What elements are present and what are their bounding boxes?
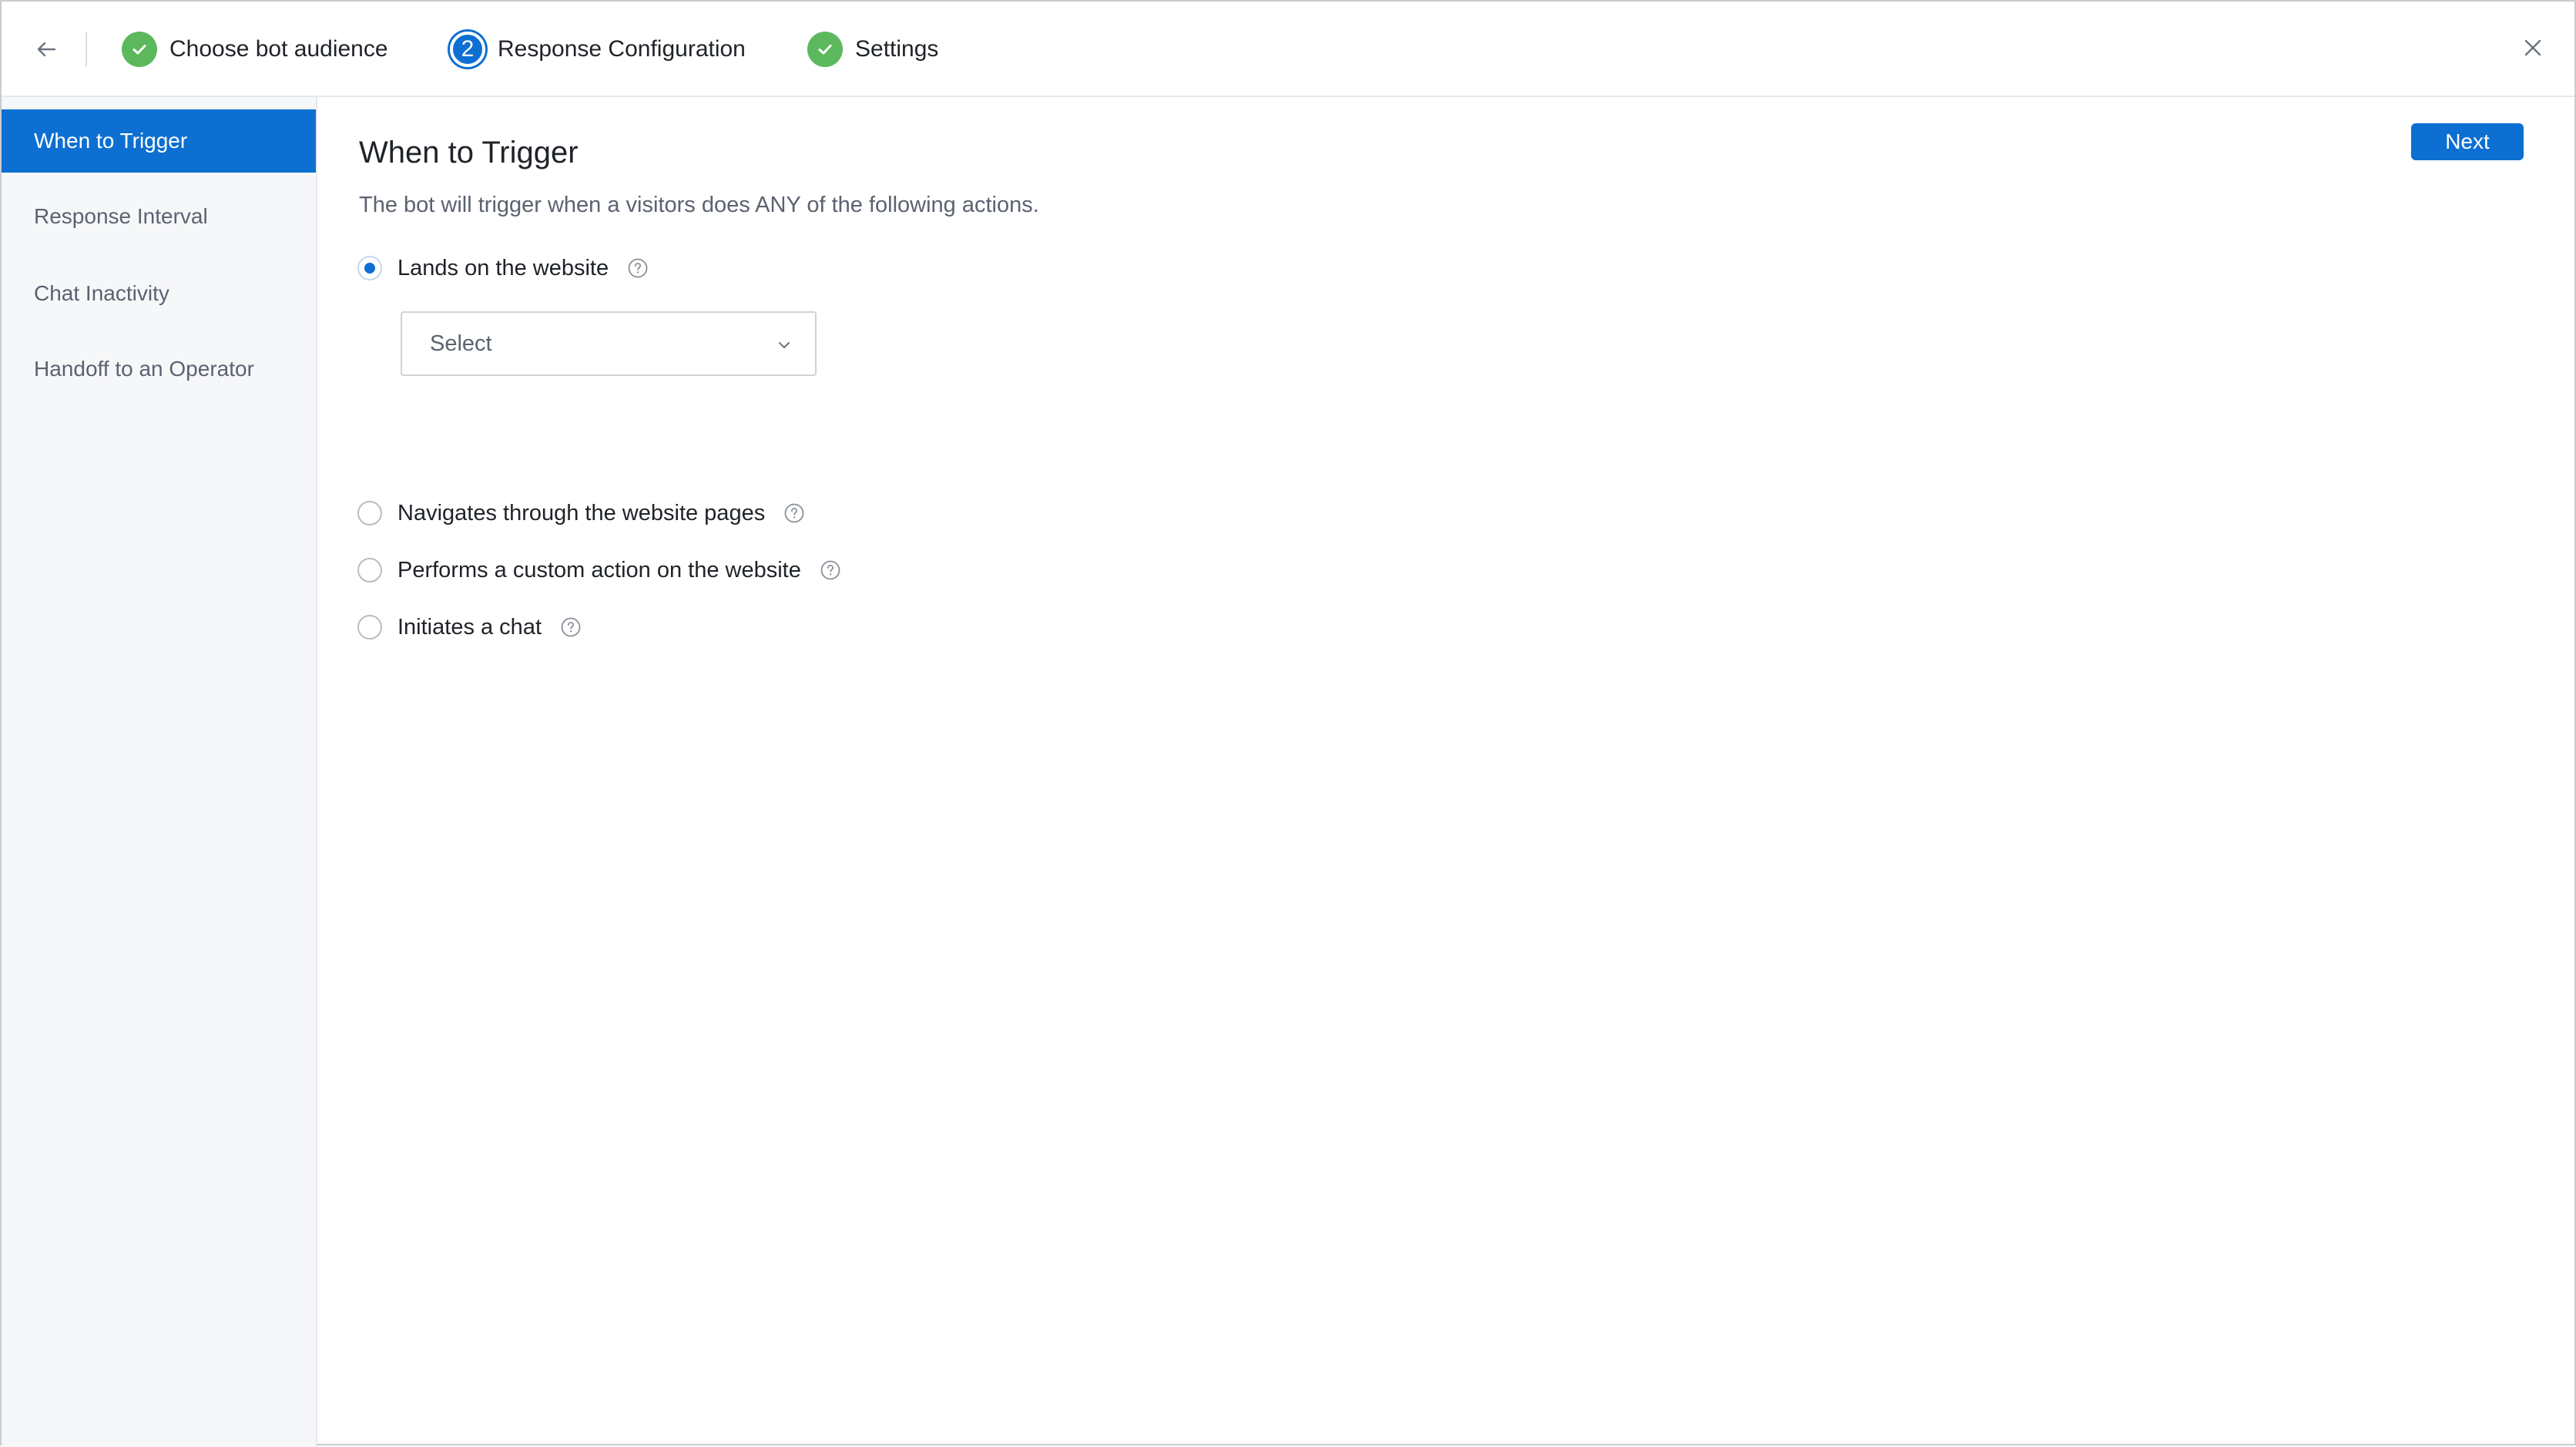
radio-button-selected[interactable] bbox=[357, 256, 382, 280]
question-circle-icon[interactable] bbox=[820, 559, 841, 581]
page-title: When to Trigger bbox=[359, 136, 579, 170]
step-header: Choose bot audience 2 Response Configura… bbox=[2, 2, 2574, 97]
step-label: Choose bot audience bbox=[169, 36, 388, 62]
trigger-option-custom-action[interactable]: Performs a custom action on the website bbox=[357, 553, 841, 587]
option-label: Initiates a chat bbox=[397, 614, 542, 640]
main-panel: Next When to Trigger The bot will trigge… bbox=[317, 97, 2574, 1444]
back-button[interactable] bbox=[28, 31, 65, 68]
close-button[interactable] bbox=[2513, 28, 2553, 68]
sidebar-item-label: Chat Inactivity bbox=[34, 281, 169, 305]
step-label: Settings bbox=[855, 36, 939, 62]
next-button[interactable]: Next bbox=[2411, 123, 2524, 160]
page-select-dropdown[interactable]: Select bbox=[401, 311, 817, 376]
step-number-badge: 2 bbox=[450, 32, 485, 67]
sidebar-nav: When to Trigger Response Interval Chat I… bbox=[2, 97, 317, 1447]
check-circle-icon bbox=[122, 32, 157, 67]
sidebar-item-label: Response Interval bbox=[34, 204, 208, 228]
option-label: Performs a custom action on the website bbox=[397, 557, 801, 582]
radio-button[interactable] bbox=[357, 558, 382, 582]
step-choose-bot-audience[interactable]: Choose bot audience bbox=[122, 28, 388, 71]
select-value: Select bbox=[430, 331, 492, 356]
check-circle-icon bbox=[807, 32, 843, 67]
step-settings[interactable]: Settings bbox=[807, 28, 938, 71]
question-circle-icon[interactable] bbox=[783, 502, 805, 524]
question-circle-icon[interactable] bbox=[627, 257, 649, 279]
page-description: The bot will trigger when a visitors doe… bbox=[359, 193, 1039, 217]
radio-button[interactable] bbox=[357, 501, 382, 525]
trigger-option-lands-on-website[interactable]: Lands on the website bbox=[357, 251, 649, 285]
trigger-option-initiates-chat[interactable]: Initiates a chat bbox=[357, 610, 582, 644]
sidebar-item-label: Handoff to an Operator bbox=[34, 357, 254, 381]
header-divider bbox=[86, 32, 87, 66]
sidebar-item-label: When to Trigger bbox=[34, 129, 188, 153]
close-icon bbox=[2524, 39, 2541, 56]
question-circle-icon[interactable] bbox=[560, 616, 582, 638]
chevron-down-icon bbox=[773, 334, 795, 356]
radio-dot bbox=[364, 263, 375, 274]
sidebar-item-when-to-trigger[interactable]: When to Trigger bbox=[2, 109, 316, 173]
step-response-configuration[interactable]: 2 Response Configuration bbox=[450, 28, 746, 71]
arrow-left-icon bbox=[37, 42, 56, 57]
option-label: Navigates through the website pages bbox=[397, 500, 766, 525]
radio-button[interactable] bbox=[357, 615, 382, 640]
bot-config-window: Choose bot audience 2 Response Configura… bbox=[0, 0, 2576, 1447]
sidebar-item-handoff-to-operator[interactable]: Handoff to an Operator bbox=[2, 337, 316, 401]
sidebar-item-chat-inactivity[interactable]: Chat Inactivity bbox=[2, 262, 316, 325]
trigger-option-navigates-pages[interactable]: Navigates through the website pages bbox=[357, 496, 805, 530]
option-label: Lands on the website bbox=[397, 255, 609, 280]
step-label: Response Configuration bbox=[498, 36, 746, 62]
sidebar-item-response-interval[interactable]: Response Interval bbox=[2, 185, 316, 248]
